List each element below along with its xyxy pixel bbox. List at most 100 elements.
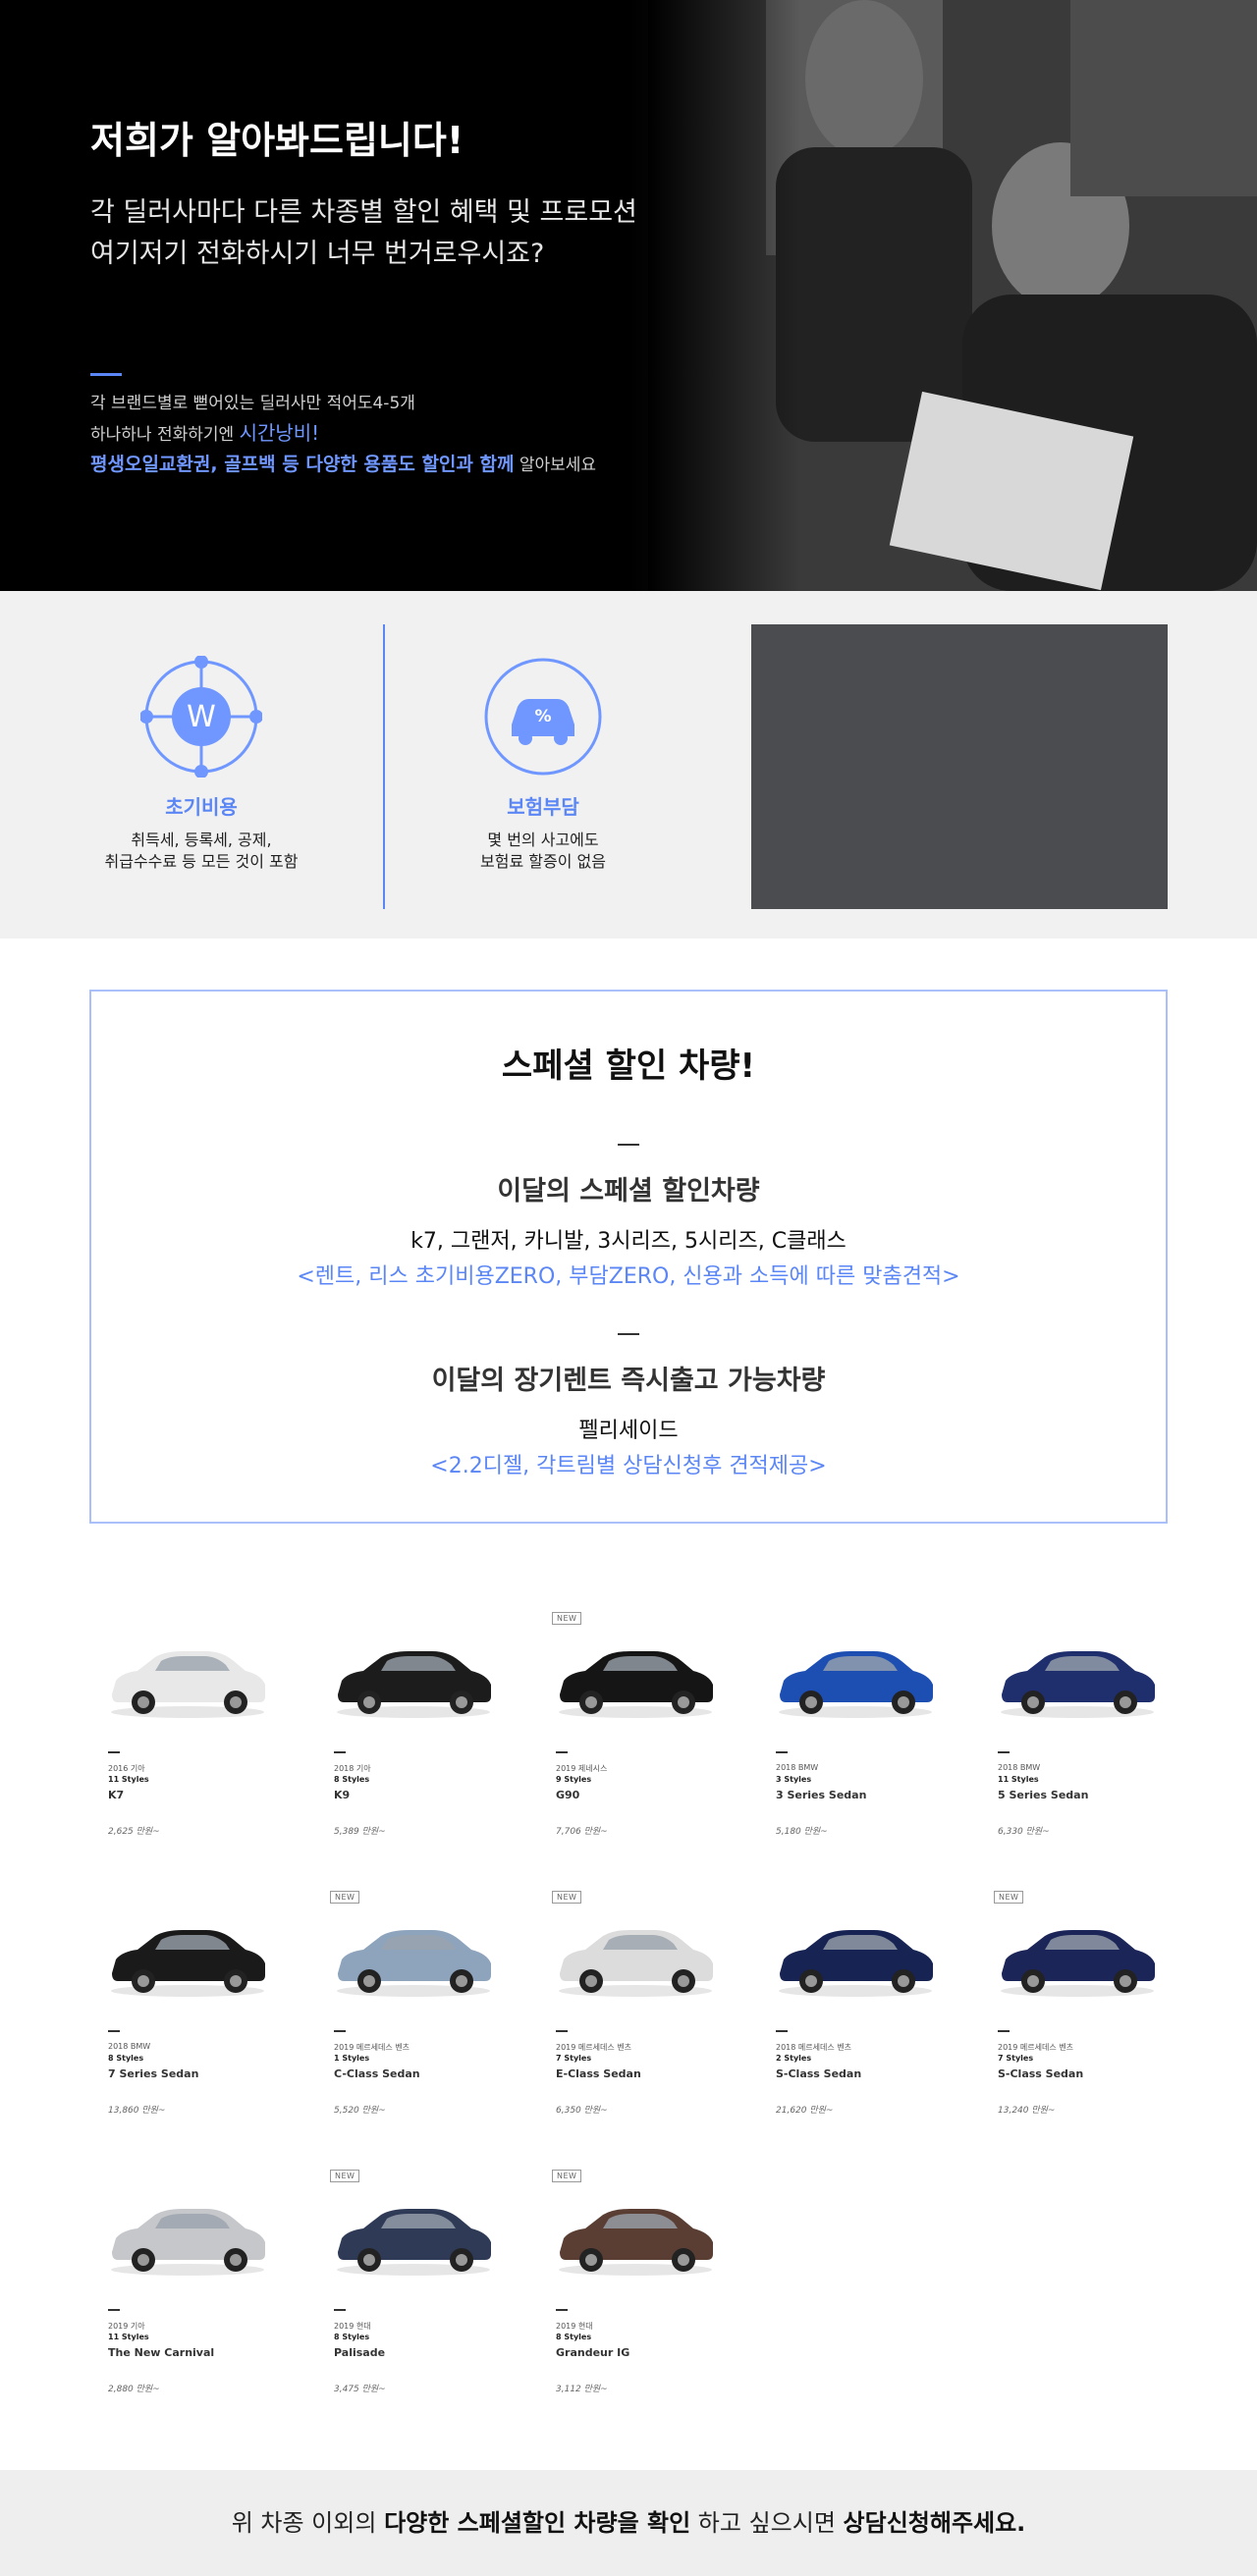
car-styles: 3 Styles bbox=[776, 1775, 812, 1784]
business-meeting-photo bbox=[648, 0, 1257, 591]
car-price: 6,330 만원~ bbox=[998, 1827, 1050, 1837]
car-name[interactable]: 5 Series Sedan bbox=[998, 1789, 1088, 1801]
car-card[interactable]: NEW 2019 현대 8 Styles Palisade 3,475 만원~ bbox=[330, 2170, 526, 2415]
hero-desc-text: 하나하나 전화하기엔 bbox=[90, 425, 240, 445]
car-styles: 11 Styles bbox=[108, 1775, 149, 1784]
car-name[interactable]: G90 bbox=[556, 1789, 579, 1801]
special-note: <렌트, 리스 초기비용ZERO, 부담ZERO, 신용과 소득에 따른 맞춤견… bbox=[297, 1264, 960, 1289]
car-dash bbox=[108, 2309, 120, 2311]
car-year: 2018 메르세데스 벤츠 bbox=[776, 2043, 851, 2052]
car-styles: 7 Styles bbox=[998, 2054, 1034, 2063]
car-card[interactable]: NEW 2019 메르세데스 벤츠 1 Styles C-Class Sedan 5,5… bbox=[330, 1891, 526, 2136]
special-heading: 이달의 스페셜 할인차량 bbox=[497, 1176, 760, 1207]
car-year: 2019 메르세데스 벤츠 bbox=[556, 2043, 631, 2052]
car-dash bbox=[334, 1751, 346, 1753]
car-card[interactable]: 2018 기아 8 Styles K9 5,389 만원~ bbox=[330, 1612, 526, 1857]
car-styles: 9 Styles bbox=[556, 1775, 592, 1784]
car-dash bbox=[556, 2309, 568, 2311]
footer-bold-text: 다양한 스페셜할인 차량을 확인 bbox=[384, 2509, 691, 2537]
car-name[interactable]: Grandeur IG bbox=[556, 2346, 629, 2359]
car-name[interactable]: E-Class Sedan bbox=[556, 2067, 641, 2080]
car-card[interactable]: 2018 메르세데스 벤츠 2 Styles S-Class Sedan 21,620… bbox=[772, 1891, 968, 2136]
video-player[interactable] bbox=[751, 624, 1168, 909]
car-styles: 11 Styles bbox=[108, 2333, 149, 2341]
car-price: 3,475 만원~ bbox=[334, 2385, 386, 2394]
car-price: 21,620 만원~ bbox=[776, 2106, 834, 2116]
new-badge: NEW bbox=[552, 2170, 582, 2182]
car-year: 2019 현대 bbox=[556, 2322, 593, 2331]
hero-desc-line3: 평생오일교환권, 골프백 등 다양한 용품도 할인과 함께 알아보세요 bbox=[90, 450, 596, 480]
car-image bbox=[559, 1930, 713, 1997]
car-dash bbox=[108, 1751, 120, 1753]
car-price: 5,389 만원~ bbox=[334, 1827, 386, 1837]
w-network-icon: W bbox=[140, 656, 262, 778]
car-dash bbox=[776, 2030, 788, 2032]
special-car-list: 펠리세이드 bbox=[578, 1419, 679, 1443]
car-image bbox=[337, 2209, 491, 2276]
car-image bbox=[1001, 1930, 1155, 1997]
car-name[interactable]: Palisade bbox=[334, 2346, 385, 2359]
car-image bbox=[111, 1651, 265, 1718]
car-card[interactable]: 2018 BMW 3 Styles 3 Series Sedan 5,180 만원~ bbox=[772, 1612, 968, 1857]
car-styles: 8 Styles bbox=[334, 2333, 370, 2341]
car-card[interactable]: 2018 BMW 8 Styles 7 Series Sedan 13,860 만원~ bbox=[104, 1891, 301, 2136]
special-block-instant: 이달의 장기렌트 즉시출고 가능차량 펠리세이드 <2.2디젤, 각트림별 상담… bbox=[91, 1333, 1166, 1479]
car-image bbox=[779, 1651, 933, 1718]
car-percent-icon: % bbox=[484, 658, 602, 776]
new-badge: NEW bbox=[330, 1891, 360, 1904]
hero-desc-highlight: 시간낭비! bbox=[239, 421, 320, 445]
footer-cta-text[interactable]: 상담신청해주세요. bbox=[844, 2509, 1026, 2537]
car-name[interactable]: The New Carnival bbox=[108, 2346, 214, 2359]
car-name[interactable]: K9 bbox=[334, 1789, 350, 1801]
new-badge: NEW bbox=[994, 1891, 1024, 1904]
car-image bbox=[337, 1651, 491, 1718]
car-name[interactable]: 3 Series Sedan bbox=[776, 1789, 866, 1801]
hero-desc-suffix: 알아보세요 bbox=[514, 456, 597, 475]
feature-title: 초기비용 bbox=[165, 795, 238, 819]
car-styles: 7 Styles bbox=[556, 2054, 592, 2063]
car-image bbox=[337, 1930, 491, 1997]
feature-title: 보험부담 bbox=[507, 795, 579, 819]
svg-text:%: % bbox=[534, 707, 551, 726]
feature-desc: 취득세, 등록세, 공제, 취급수수료 등 모든 것이 포함 bbox=[104, 831, 299, 871]
special-title: 스페셜 할인 차량! bbox=[501, 1046, 756, 1086]
hero-desc-line1: 각 브랜드별로 뻗어있는 딜러사만 적어도4-5개 bbox=[90, 394, 415, 413]
car-styles: 8 Styles bbox=[556, 2333, 592, 2341]
hero-title: 저희가 알아봐드립니다! bbox=[90, 119, 465, 162]
car-year: 2016 기아 bbox=[108, 1764, 145, 1773]
car-name[interactable]: S-Class Sedan bbox=[776, 2067, 861, 2080]
special-block-monthly: 이달의 스페셜 할인차량 k7, 그랜저, 카니발, 3시리즈, 5시리즈, C… bbox=[91, 1144, 1166, 1290]
car-card[interactable]: NEW 2019 현대 8 Styles Grandeur IG 3,112 만원~ bbox=[552, 2170, 748, 2415]
hero-desc-line2: 하나하나 전화하기엔 시간낭비! bbox=[90, 418, 596, 450]
car-image bbox=[779, 1930, 933, 1997]
feature-initial-cost: W 초기비용 취득세, 등록세, 공제, 취급수수료 등 모든 것이 포함 bbox=[39, 656, 363, 873]
feature-insurance: % 보험부담 몇 번의 사고에도 보험료 할증이 없음 bbox=[381, 656, 705, 873]
new-badge: NEW bbox=[552, 1612, 582, 1625]
footer-cta: 위 차종 이외의 다양한 스페셜할인 차량을 확인 하고 싶으시면 상담신청해주… bbox=[0, 2470, 1257, 2576]
car-name[interactable]: C-Class Sedan bbox=[334, 2067, 420, 2080]
car-styles: 8 Styles bbox=[108, 2054, 144, 2063]
car-card[interactable]: NEW 2019 제네시스 9 Styles G90 7,706 만원~ bbox=[552, 1612, 748, 1857]
car-dash bbox=[556, 1751, 568, 1753]
car-price: 3,112 만원~ bbox=[556, 2385, 608, 2394]
car-year: 2018 BMW bbox=[776, 1763, 819, 1772]
car-year: 2019 기아 bbox=[108, 2322, 145, 2331]
car-name[interactable]: 7 Series Sedan bbox=[108, 2067, 198, 2080]
car-name[interactable]: S-Class Sedan bbox=[998, 2067, 1083, 2080]
car-card[interactable]: 2018 BMW 11 Styles 5 Series Sedan 6,330 만원~ bbox=[994, 1612, 1190, 1857]
special-car-list: k7, 그랜저, 카니발, 3시리즈, 5시리즈, C클래스 bbox=[410, 1229, 847, 1254]
car-card[interactable]: 2019 기아 11 Styles The New Carnival 2,880 만원… bbox=[104, 2170, 301, 2415]
car-price: 5,520 만원~ bbox=[334, 2106, 386, 2116]
hero-description: 각 브랜드별로 뻗어있는 딜러사만 적어도4-5개 하나하나 전화하기엔 시간낭… bbox=[90, 389, 596, 480]
car-dash bbox=[776, 1751, 788, 1753]
feature-desc: 몇 번의 사고에도 보험료 할증이 없음 bbox=[480, 831, 606, 871]
hero-subtitle: 각 딜러사마다 다른 차종별 할인 혜택 및 프로모션 여기저기 전화하시기 너… bbox=[90, 192, 778, 275]
car-card[interactable]: 2016 기아 11 Styles K7 2,625 만원~ bbox=[104, 1612, 301, 1857]
car-dash bbox=[334, 2309, 346, 2311]
car-card[interactable]: NEW 2019 메르세데스 벤츠 7 Styles E-Class Sedan 6,3… bbox=[552, 1891, 748, 2136]
car-price: 5,180 만원~ bbox=[776, 1827, 828, 1837]
car-price: 2,625 만원~ bbox=[108, 1827, 160, 1837]
car-name[interactable]: K7 bbox=[108, 1789, 124, 1801]
car-card[interactable]: NEW 2019 메르세데스 벤츠 7 Styles S-Class Sedan 13,… bbox=[994, 1891, 1190, 2136]
car-dash bbox=[108, 2030, 120, 2032]
